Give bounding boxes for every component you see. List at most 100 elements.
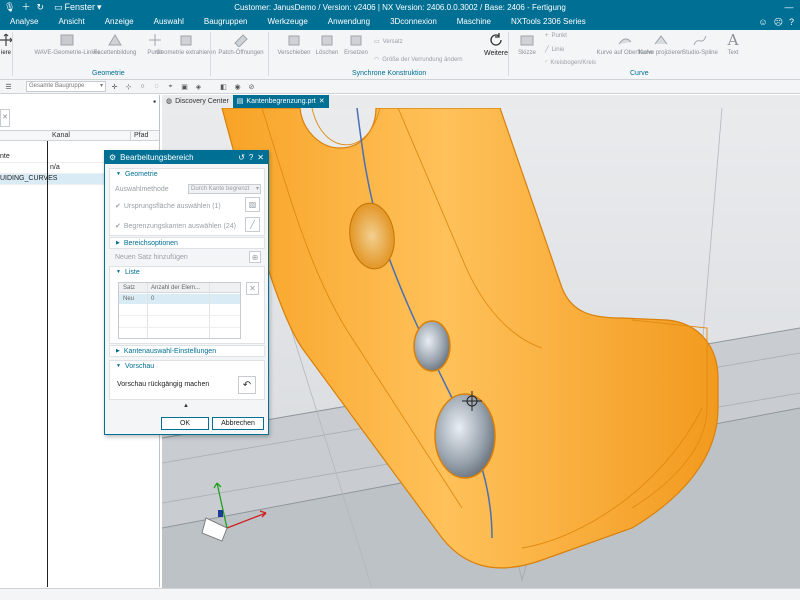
- section-header-preview[interactable]: ▼ Vorschau: [110, 361, 264, 372]
- add-set-plus-icon[interactable]: ⊕: [249, 251, 261, 263]
- offset-button[interactable]: ▭ Versatz: [374, 38, 403, 46]
- dialog-title-bar[interactable]: ⚙ Bearbeitungsbereich ↺ ? ✕: [105, 151, 268, 164]
- select-icon[interactable]: ⊹: [123, 81, 134, 92]
- reset-icon[interactable]: ↺: [238, 153, 245, 162]
- tab-part-file[interactable]: ▤ Kantenbegrenzung.prt ✕: [232, 95, 329, 108]
- tab-analyse[interactable]: Analyse: [0, 15, 48, 30]
- patch-openings-button[interactable]: Patch-Öffnungen: [218, 32, 264, 57]
- filter-icon[interactable]: ⌖: [165, 81, 176, 92]
- show-hide-icon[interactable]: ◉: [232, 81, 243, 92]
- orient-view-icon[interactable]: ◧: [218, 81, 229, 92]
- selection-method-dropdown[interactable]: Durch Kante begrenzt: [188, 184, 261, 194]
- cancel-button[interactable]: Abbrechen: [212, 417, 264, 430]
- delete-set-icon[interactable]: ✕: [246, 282, 259, 295]
- line-button[interactable]: ╱ Linie: [545, 46, 564, 54]
- tab-auswahl[interactable]: Auswahl: [144, 15, 194, 30]
- tab-discovery-center[interactable]: ◍ Discovery Center: [162, 95, 233, 108]
- tab-anzeige[interactable]: Anzeige: [95, 15, 144, 30]
- column-pfad[interactable]: Pfad: [134, 131, 148, 141]
- title-bar: 🎙 ＋ ↻ ▭ Fenster ▾ Customer: JanusDemo / …: [0, 0, 800, 15]
- window-menu[interactable]: ▭ Fenster ▾: [54, 0, 102, 15]
- facet-button[interactable]: Facettenbildung: [92, 32, 138, 57]
- tab-baugruppen[interactable]: Baugruppen: [194, 15, 258, 30]
- hide-icon[interactable]: ⊘: [246, 81, 257, 92]
- navigator-column-header: Kanal Pfad: [0, 130, 159, 141]
- tab-anwendung[interactable]: Anwendung: [318, 15, 380, 30]
- graphics-tab-bar: ◍ Discovery Center ▤ Kantenbegrenzung.pr…: [162, 95, 800, 108]
- part-icon: ▤: [236, 98, 244, 105]
- grid-divider: [119, 327, 240, 328]
- offset-icon: ▭: [374, 39, 380, 45]
- ribbon-left-partial-button[interactable]: iere: [0, 32, 26, 57]
- collapse-more-icon[interactable]: ▲: [183, 403, 189, 409]
- wave-linker-button[interactable]: WAVE-Geometrie-Linker: [34, 32, 100, 57]
- tab-maschine[interactable]: Maschine: [447, 15, 501, 30]
- expand-triangle-icon: ▶: [116, 348, 120, 354]
- grid-divider: [119, 315, 240, 316]
- mic-icon[interactable]: 🎙: [4, 0, 15, 15]
- menu-tab-bar: Analyse Ansicht Anzeige Auswahl Baugrupp…: [0, 15, 800, 30]
- source-face-selector[interactable]: ✔ Ursprungsfläche auswählen (1): [115, 202, 221, 211]
- tab-ansicht[interactable]: Ansicht: [48, 15, 94, 30]
- tab-3dconnexion[interactable]: 3Dconnexion: [380, 15, 447, 30]
- wave-linker-icon: [58, 32, 76, 48]
- tab-werkzeuge[interactable]: Werkzeuge: [257, 15, 317, 30]
- close-tab-icon[interactable]: ✕: [319, 95, 325, 108]
- tab-nxtools[interactable]: NXTools 2306 Series: [501, 15, 596, 30]
- text-a-icon: A: [727, 31, 739, 49]
- selection-scope-dropdown[interactable]: Gesamte Baugruppe: [26, 81, 106, 92]
- section-header-list[interactable]: ▼ Liste: [110, 267, 264, 278]
- help-icon[interactable]: ?: [789, 15, 794, 30]
- minimize-icon[interactable]: —: [778, 0, 800, 15]
- lasso-icon[interactable]: ◌: [151, 81, 162, 92]
- render-icon[interactable]: ◈: [193, 81, 204, 92]
- section-header-edge-selection[interactable]: ▶ Kantenauswahl-Einstellungen: [110, 346, 264, 357]
- ribbon-separator: [12, 32, 13, 76]
- resize-blend-button[interactable]: ◠ Größe der Verrundung ändern: [374, 56, 463, 64]
- section-header-geometry[interactable]: ▼ Geometrie: [110, 169, 264, 180]
- ribbon-separator: [210, 32, 211, 76]
- smiley-sad-icon[interactable]: ☹: [774, 15, 783, 30]
- section-edge-selection-settings: ▶ Kantenauswahl-Einstellungen: [109, 345, 265, 357]
- ok-button[interactable]: OK: [161, 417, 209, 430]
- smiley-happy-icon[interactable]: ☺: [758, 15, 767, 30]
- column-element-count: Anzahl der Elem...: [151, 285, 201, 291]
- project-curve-button[interactable]: Kurve projizieren: [638, 32, 684, 57]
- extract-geometry-button[interactable]: Geometrie extrahieren: [156, 32, 216, 57]
- collapse-triangle-icon: ▼: [116, 269, 121, 275]
- text-button[interactable]: A Text: [713, 31, 753, 57]
- section-header-region-options[interactable]: ▶ Bereichsoptionen: [110, 238, 264, 249]
- undo-preview-label: Vorschau rückgängig machen: [117, 381, 210, 388]
- view-cube-icon[interactable]: ▣: [179, 81, 190, 92]
- sketch-button[interactable]: Skizze: [507, 32, 547, 57]
- resize-blend-icon: ◠: [374, 57, 380, 63]
- pin-icon[interactable]: ▪: [153, 97, 156, 106]
- undo-preview-icon[interactable]: ↶: [238, 376, 256, 394]
- grid-divider: [147, 283, 148, 338]
- column-divider: [47, 141, 48, 587]
- extract-geometry-icon: [177, 32, 195, 48]
- table-row[interactable]: Neu 0: [119, 294, 240, 304]
- dialog-controls: ↺ ? ✕: [238, 153, 268, 162]
- discovery-icon: ◍: [166, 98, 173, 105]
- move-face-icon: [285, 32, 303, 48]
- replace-face-button[interactable]: Ersetzen: [336, 32, 376, 57]
- navigator-tool-icon[interactable]: ✕: [0, 109, 10, 127]
- help-icon[interactable]: ?: [249, 153, 253, 162]
- refresh-icon[interactable]: ↻: [36, 0, 44, 15]
- snap-icon[interactable]: ✛: [109, 81, 120, 92]
- circle-select-icon[interactable]: ○: [137, 81, 148, 92]
- column-kanal[interactable]: Kanal: [52, 131, 70, 141]
- set-list-table[interactable]: Satz Anzahl der Elem... Neu 0: [118, 282, 241, 339]
- spline-icon: [691, 32, 709, 48]
- menu-icon[interactable]: ☰: [3, 81, 14, 92]
- point-curve-button[interactable]: + Punkt: [545, 33, 567, 39]
- plus-icon[interactable]: ＋: [21, 0, 30, 15]
- select-face-icon[interactable]: ▧: [245, 197, 260, 212]
- close-icon[interactable]: ✕: [257, 153, 264, 162]
- status-bar: [0, 588, 800, 600]
- arc-button[interactable]: ◜ Kreisbogen/Kreis: [545, 59, 596, 67]
- select-edge-icon[interactable]: ╱: [245, 217, 260, 232]
- sketch-icon: [518, 32, 536, 48]
- boundary-edges-selector[interactable]: ✔ Begrenzungskanten auswählen (24): [115, 222, 236, 231]
